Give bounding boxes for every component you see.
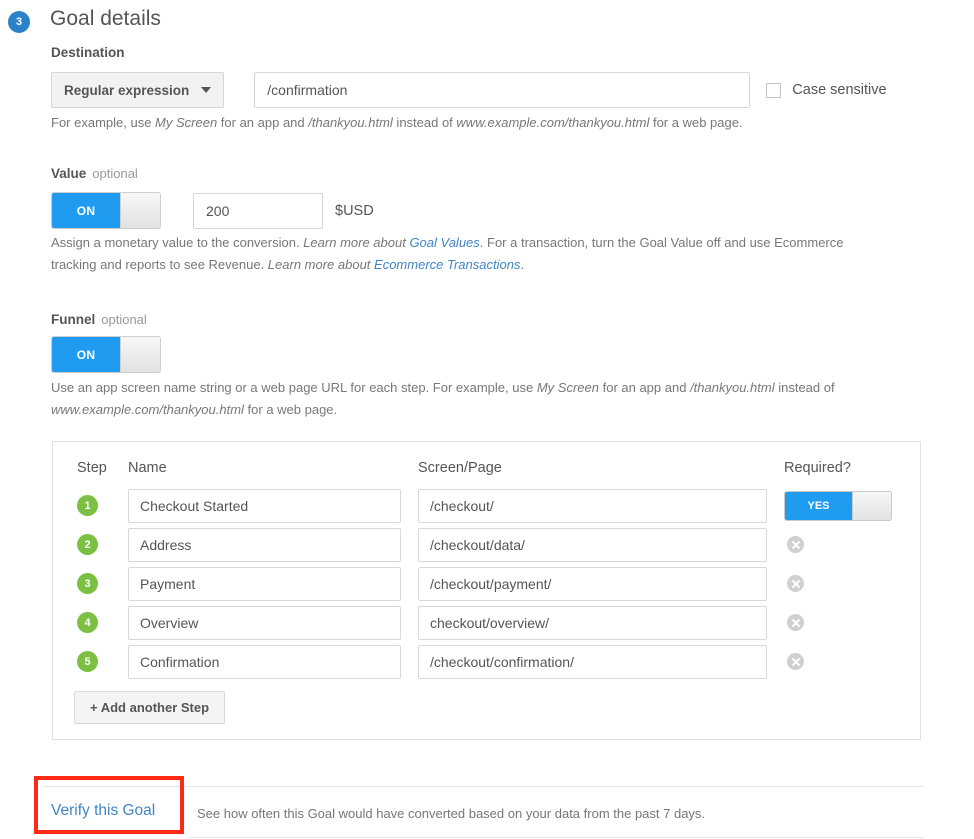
value-currency-label: $USD <box>335 202 374 219</box>
verify-description: See how often this Goal would have conve… <box>197 806 706 821</box>
table-row: 3 <box>77 564 921 603</box>
destination-match-type-value: Regular expression <box>64 82 190 98</box>
step-number-badge: 2 <box>77 534 98 555</box>
case-sensitive-checkbox[interactable] <box>766 82 782 98</box>
dest-help-part3: instead of <box>392 115 457 130</box>
step-screen-page-input[interactable] <box>418 488 767 523</box>
remove-step-icon[interactable] <box>787 575 804 592</box>
destination-help-text: For example, use My Screen for an app an… <box>51 112 743 134</box>
value-label-wrap: Value optional <box>51 165 138 183</box>
value-amount-input[interactable] <box>193 192 323 229</box>
goal-details-page: 3 Goal details Destination Regular expre… <box>0 0 974 839</box>
step-number-badge: 5 <box>77 651 98 672</box>
chevron-down-icon <box>201 87 212 93</box>
step-screen-page-input[interactable] <box>418 605 767 640</box>
dest-help-em1: My Screen <box>155 115 218 130</box>
step-screen-page-input[interactable] <box>418 644 767 679</box>
table-row: 4 <box>77 603 921 642</box>
step-name-input[interactable] <box>128 605 401 640</box>
step-required-toggle-knob[interactable] <box>852 491 891 520</box>
value-help-link1-pre: Learn more about <box>303 235 410 250</box>
funnel-help-part2: for an app and <box>598 380 691 395</box>
step-number-badge: 3 <box>77 573 98 594</box>
funnel-help-part3: instead of <box>774 380 835 395</box>
funnel-help-em3: www.example.com/thankyou.html <box>51 402 244 417</box>
funnel-toggle-row: ON <box>51 336 161 373</box>
step-required-toggle[interactable]: YES <box>784 490 892 521</box>
remove-step-icon[interactable] <box>787 614 804 631</box>
funnel-steps-list: 1 YES 2 3 4 5 <box>77 486 921 681</box>
dest-help-em3: www.example.com/thankyou.html <box>456 115 650 130</box>
remove-step-icon[interactable] <box>787 653 804 670</box>
column-header-screen: Screen/Page <box>418 460 502 476</box>
funnel-label-wrap: Funnel optional <box>51 311 147 329</box>
value-help-part3: . <box>520 257 525 272</box>
step-number-badge: 1 <box>77 495 98 516</box>
funnel-help-part1: Use an app screen name string or a web p… <box>51 380 537 395</box>
table-row: 5 <box>77 642 921 681</box>
funnel-help-text: Use an app screen name string or a web p… <box>51 377 896 421</box>
step-screen-page-input[interactable] <box>418 527 767 562</box>
add-another-step-button[interactable]: + Add another Step <box>74 691 226 724</box>
remove-step-icon[interactable] <box>787 536 804 553</box>
case-sensitive-checkbox-wrap[interactable]: Case sensitive <box>766 82 887 98</box>
funnel-optional-tag: optional <box>101 312 147 327</box>
value-row: ON $USD <box>51 192 374 229</box>
page-title: Goal details <box>50 7 161 30</box>
funnel-steps-table: Step Name Screen/Page Required? 1 YES 2 3 4 5 <box>77 460 921 681</box>
step-screen-page-input[interactable] <box>418 566 767 601</box>
value-label: Value <box>51 166 87 181</box>
value-help-text: Assign a monetary value to the conversio… <box>51 232 891 276</box>
funnel-label: Funnel <box>51 312 96 327</box>
funnel-toggle-knob[interactable] <box>120 337 160 372</box>
step-name-input[interactable] <box>128 566 401 601</box>
value-toggle-state: ON <box>52 193 120 228</box>
column-header-step: Step <box>77 460 107 476</box>
step-number-badge: 4 <box>77 612 98 633</box>
step-3-badge: 3 <box>8 11 30 33</box>
funnel-toggle[interactable]: ON <box>51 336 161 373</box>
funnel-toggle-state: ON <box>52 337 120 372</box>
value-help-part1: Assign a monetary value to the conversio… <box>51 235 304 250</box>
dest-help-part4: for a web page. <box>649 115 743 130</box>
footer-divider <box>43 786 923 787</box>
dest-help-part1: For example, use <box>51 115 156 130</box>
value-optional-tag: optional <box>92 166 138 181</box>
destination-input[interactable] <box>254 72 751 108</box>
destination-label: Destination <box>51 45 125 60</box>
funnel-help-em2: /thankyou.html <box>690 380 775 395</box>
ecommerce-transactions-link[interactable]: Ecommerce Transactions <box>374 257 520 272</box>
value-help-link2-pre: Learn more about <box>267 257 375 272</box>
column-header-required: Required? <box>784 460 851 476</box>
destination-row: Regular expression Case sensitive <box>51 72 887 108</box>
destination-match-type-select[interactable]: Regular expression <box>51 72 225 108</box>
funnel-help-em1: My Screen <box>536 380 599 395</box>
value-toggle[interactable]: ON <box>51 192 161 229</box>
footer-bottom-line <box>187 837 923 838</box>
table-row: 1 YES <box>77 486 921 525</box>
case-sensitive-label: Case sensitive <box>792 82 887 98</box>
table-row: 2 <box>77 525 921 564</box>
column-header-name: Name <box>128 460 167 476</box>
step-required-toggle-state: YES <box>785 491 852 520</box>
value-toggle-knob[interactable] <box>120 193 160 228</box>
dest-help-part2: for an app and <box>217 115 309 130</box>
goal-values-link[interactable]: Goal Values <box>409 235 479 250</box>
funnel-help-part4: for a web page. <box>243 402 338 417</box>
dest-help-em2: /thankyou.html <box>308 115 393 130</box>
funnel-table-header: Step Name Screen/Page Required? <box>77 460 921 486</box>
step-name-input[interactable] <box>128 644 401 679</box>
step-name-input[interactable] <box>128 527 401 562</box>
step-name-input[interactable] <box>128 488 401 523</box>
section-header: 3 Goal details <box>8 6 161 33</box>
verify-this-goal-link[interactable]: Verify this Goal <box>51 802 155 820</box>
